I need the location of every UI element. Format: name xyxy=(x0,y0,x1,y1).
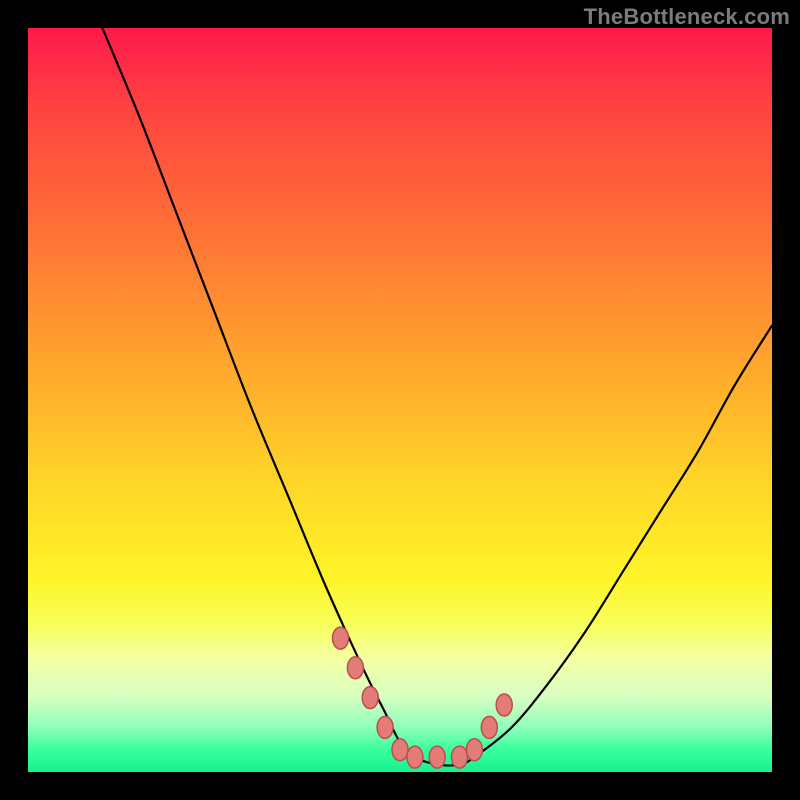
curve-marker xyxy=(347,657,363,679)
curve-marker xyxy=(481,716,497,738)
watermark-text: TheBottleneck.com xyxy=(584,4,790,30)
curve-marker xyxy=(377,716,393,738)
chart-plot-area xyxy=(28,28,772,772)
chart-svg xyxy=(28,28,772,772)
curve-marker xyxy=(392,739,408,761)
curve-marker xyxy=(362,687,378,709)
curve-marker xyxy=(429,746,445,768)
curve-markers xyxy=(333,627,513,768)
curve-marker xyxy=(333,627,349,649)
curve-marker xyxy=(407,746,423,768)
curve-marker xyxy=(466,739,482,761)
bottleneck-curve xyxy=(102,28,772,766)
curve-marker xyxy=(452,746,468,768)
chart-frame: TheBottleneck.com xyxy=(0,0,800,800)
curve-marker xyxy=(496,694,512,716)
